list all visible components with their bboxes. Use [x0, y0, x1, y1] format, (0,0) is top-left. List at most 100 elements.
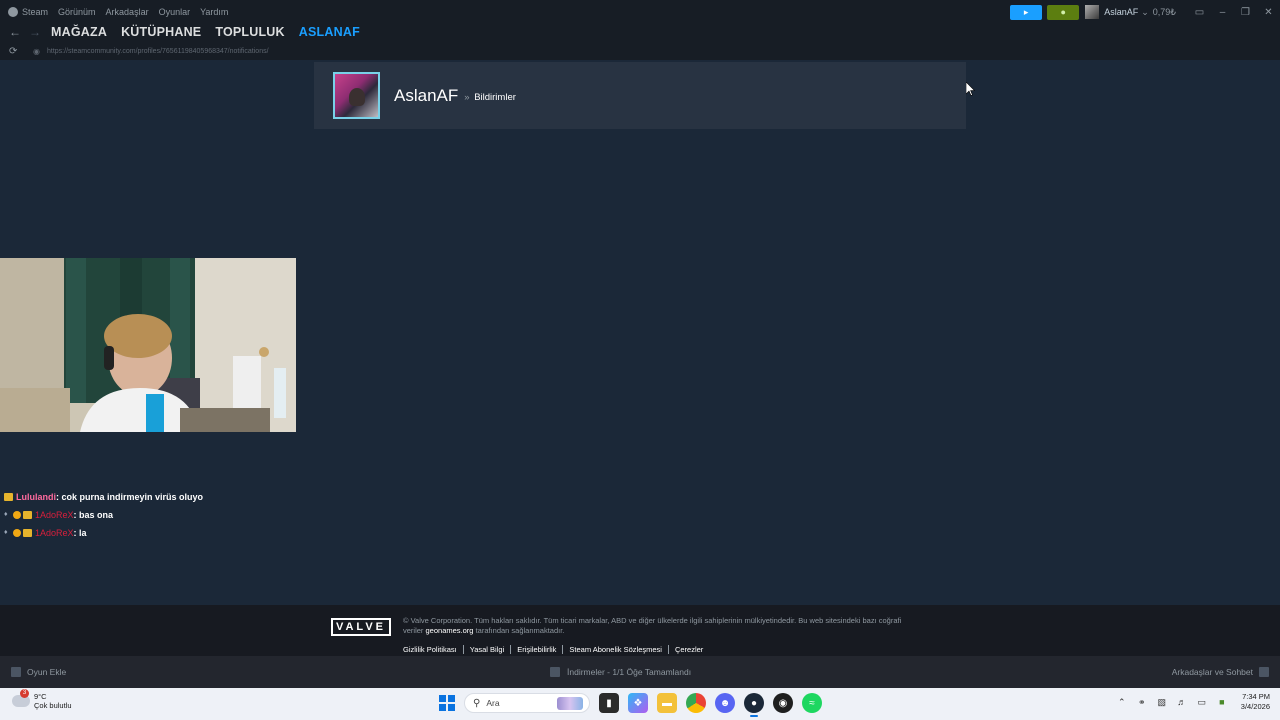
friends-chat-label: Arkadaşlar ve Sohbet: [1171, 667, 1253, 677]
avatar: [1085, 5, 1100, 19]
menu-friends[interactable]: Arkadaşlar: [106, 7, 149, 17]
tab-community[interactable]: TOPLULUK: [215, 25, 284, 39]
chat-message: Lululandi : cok purna indirmeyin virüs o…: [4, 488, 203, 506]
temperature: 9°C: [34, 692, 47, 701]
wallet-balance: 0,79₺: [1152, 6, 1176, 17]
taskbar-search[interactable]: ⚲ Ara: [464, 693, 590, 713]
search-highlight-icon: [557, 697, 583, 710]
url-bar: ⟳ ◉ https://steamcommunity.com/profiles/…: [0, 42, 1280, 60]
footer-link-legal[interactable]: Yasal Bilgi: [462, 645, 510, 654]
friends-chat-icon: [1259, 667, 1269, 677]
pin-icon: ♦: [4, 529, 8, 536]
account-menu[interactable]: AslanAF ⌄ 0,79₺: [1085, 5, 1176, 19]
footer-links: Gizlilik Politikası Yasal Bilgi Erişileb…: [403, 645, 709, 654]
title-bar: Steam Görünüm Arkadaşlar Oyunlar Yardım …: [0, 0, 1280, 24]
steam-bottom-bar: Oyun Ekle İndirmeler - 1/1 Öğe Tamamland…: [0, 656, 1280, 688]
clock[interactable]: 7:34 PM 3/4/2026: [1241, 692, 1270, 712]
menu-steam-label: Steam: [22, 7, 49, 17]
chat-text: : bas ona: [73, 510, 114, 520]
obs-icon[interactable]: ◉: [773, 693, 793, 713]
clock-date: 3/4/2026: [1240, 702, 1270, 711]
discord-icon[interactable]: ☻: [715, 693, 735, 713]
title-right-controls: ▸ ● AslanAF ⌄ 0,79₺ ▭ – ❐ ✕: [1010, 0, 1280, 24]
copyright-text: © Valve Corporation. Tüm hakları saklıdı…: [403, 616, 973, 636]
valve-logo[interactable]: VALVE: [331, 618, 391, 636]
footer-link-accessibility[interactable]: Erişilebilirlik: [510, 645, 562, 654]
menu-view[interactable]: Görünüm: [58, 7, 96, 17]
back-arrow-icon[interactable]: ←: [5, 25, 25, 39]
plus-icon: [11, 667, 21, 677]
mouse-cursor-icon: [966, 82, 975, 96]
reload-icon[interactable]: ⟳: [9, 46, 23, 57]
tray-app-icon[interactable]: ■: [1215, 697, 1229, 707]
chat-username: 1AdoReX: [35, 528, 74, 538]
footer-link-ssa[interactable]: Steam Abonelik Sözleşmesi: [562, 645, 668, 654]
minimize-icon[interactable]: –: [1211, 7, 1234, 18]
spotify-icon[interactable]: ≈: [802, 693, 822, 713]
weather-widget[interactable]: 3 9°C Çok bulutlu: [12, 689, 72, 710]
chat-username: Lululandi: [16, 492, 56, 502]
steam-taskbar-icon[interactable]: ●: [744, 693, 764, 717]
geonames-link[interactable]: geonames.org: [426, 626, 474, 635]
tab-profile[interactable]: ASLANAF: [299, 25, 360, 39]
chevron-down-icon: ⌄: [1141, 6, 1149, 17]
profile-avatar[interactable]: [333, 72, 380, 119]
add-game-button[interactable]: Oyun Ekle: [11, 667, 66, 677]
windows-start-icon[interactable]: [439, 695, 455, 711]
task-view-icon[interactable]: ▮: [599, 693, 619, 713]
big-picture-icon[interactable]: ▭: [1188, 7, 1211, 18]
search-placeholder: Ara: [486, 698, 500, 708]
tab-library[interactable]: KÜTÜPHANE: [121, 25, 201, 39]
profile-name[interactable]: AslanAF: [394, 86, 458, 106]
chat-username: 1AdoReX: [35, 510, 74, 520]
system-tray: ⌃ ⚭ ▧ ♬ ▭ ■ 7:34 PM 3/4/2026: [1115, 692, 1270, 712]
network-icon[interactable]: ▧: [1155, 697, 1169, 708]
profile-header: AslanAF » Bildirimler: [314, 62, 966, 129]
footer-link-privacy[interactable]: Gizlilik Politikası: [403, 645, 463, 654]
taskbar-apps: ⚲ Ara ▮ ❖ ▬ ☻ ● ◉ ≈: [439, 693, 822, 717]
file-explorer-icon[interactable]: ▬: [657, 693, 677, 713]
weather-condition: Çok bulutlu: [34, 701, 72, 710]
steam-logo-icon: [8, 7, 18, 17]
copilot-icon[interactable]: ❖: [628, 693, 648, 713]
battery-icon[interactable]: ▭: [1195, 697, 1209, 708]
steam-menu: Steam Görünüm Arkadaşlar Oyunlar Yardım: [0, 7, 228, 17]
forward-arrow-icon[interactable]: →: [25, 25, 45, 39]
main-navigation: ← → MAĞAZA KÜTÜPHANE TOPLULUK ASLANAF: [0, 22, 1280, 42]
bell-icon: ●: [1060, 7, 1066, 17]
lock-icon: ◉: [33, 46, 40, 56]
menu-games[interactable]: Oyunlar: [159, 7, 191, 17]
chat-text: : la: [73, 528, 87, 538]
chat-message: ♦ 1AdoReX : la: [4, 524, 203, 542]
copyright-pre: veriler: [403, 626, 424, 635]
menu-steam[interactable]: Steam: [8, 7, 48, 17]
tab-store[interactable]: MAĞAZA: [51, 25, 107, 39]
clock-time: 7:34 PM: [1242, 692, 1270, 701]
restore-icon[interactable]: ❐: [1234, 7, 1257, 18]
moderator-badge-icon: [13, 529, 21, 537]
chat-text: : cok purna indirmeyin virüs oluyo: [56, 492, 204, 502]
copyright-line: © Valve Corporation. Tüm hakları saklıdı…: [403, 616, 902, 625]
microphone-icon[interactable]: ⚭: [1135, 697, 1149, 708]
chevron-up-icon[interactable]: ⌃: [1115, 697, 1129, 708]
account-name: AslanAF: [1104, 7, 1139, 17]
weather-text: 9°C Çok bulutlu: [34, 692, 72, 710]
subscriber-badge-icon: [23, 511, 32, 519]
close-icon[interactable]: ✕: [1257, 7, 1280, 18]
cloud-icon: 3: [12, 689, 30, 707]
footer-link-cookies[interactable]: Çerezler: [667, 645, 709, 654]
volume-icon[interactable]: ♬: [1175, 697, 1189, 707]
megaphone-icon: ▸: [1023, 6, 1029, 17]
downloads-label: İndirmeler - 1/1 Öğe Tamamlandı: [567, 667, 692, 677]
pin-icon: ♦: [4, 511, 8, 518]
announcements-button[interactable]: ▸: [1010, 4, 1043, 20]
menu-help[interactable]: Yardım: [200, 7, 228, 17]
friends-chat-button[interactable]: Arkadaşlar ve Sohbet: [1172, 667, 1269, 677]
url-text[interactable]: https://steamcommunity.com/profiles/7656…: [47, 48, 269, 55]
breadcrumb-section: Bildirimler: [474, 92, 516, 103]
notifications-button[interactable]: ●: [1047, 4, 1080, 20]
downloads-status[interactable]: İndirmeler - 1/1 Öğe Tamamlandı: [550, 667, 691, 677]
search-icon: ⚲: [473, 697, 481, 709]
chrome-icon[interactable]: [686, 693, 706, 713]
subscriber-badge-icon: [23, 529, 32, 537]
